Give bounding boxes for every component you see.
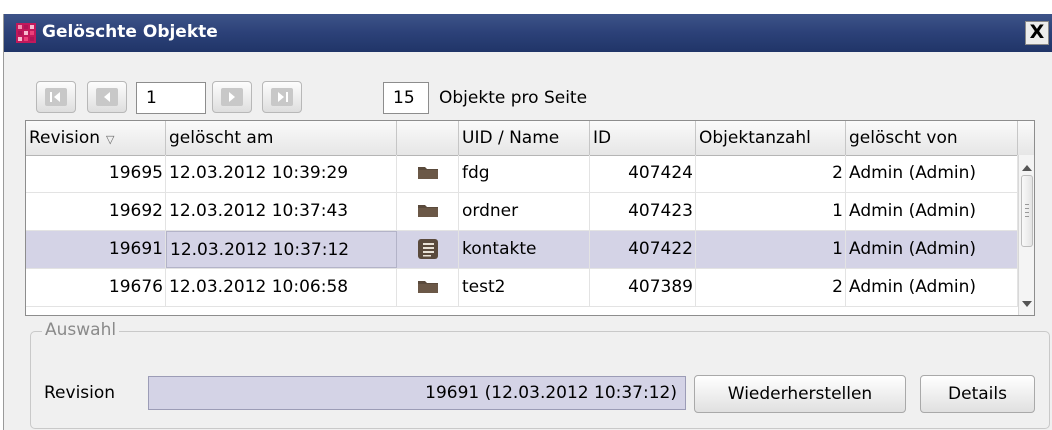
cell-id: 407423	[590, 193, 696, 230]
next-page-button[interactable]	[212, 81, 252, 113]
title-bar[interactable]: Gelöschte Objekte X	[4, 14, 1052, 52]
scrollbar-thumb[interactable]	[1021, 175, 1033, 247]
cell-revision: 19692	[26, 193, 166, 230]
cell-name: kontakte	[459, 231, 590, 268]
table-row[interactable]: 19676 12.03.2012 10:06:58 test2 407389 2…	[26, 269, 1034, 307]
cell-deleted-on: 12.03.2012 10:06:58	[166, 269, 397, 306]
selected-revision-field: 19691 (12.03.2012 10:37:12)	[148, 376, 686, 410]
cell-revision: 19691	[26, 231, 166, 268]
scroll-down-icon[interactable]	[1019, 298, 1035, 310]
first-page-button[interactable]	[36, 81, 76, 113]
last-page-button[interactable]	[262, 81, 302, 113]
cell-object-count: 1	[696, 231, 846, 268]
column-header-deleted-by[interactable]: gelöscht von	[846, 121, 1018, 155]
folder-icon	[417, 205, 438, 217]
folder-icon	[417, 281, 438, 293]
column-header-type-icon[interactable]	[397, 121, 459, 155]
cell-object-count: 1	[696, 193, 846, 230]
table-header: Revision ▽ gelöscht am UID / Name ID Obje…	[26, 121, 1034, 156]
close-button[interactable]: X	[1025, 21, 1049, 45]
last-page-icon	[278, 92, 288, 102]
selection-group-legend: Auswahl	[42, 320, 120, 340]
cell-name: ordner	[459, 193, 590, 230]
scroll-up-icon[interactable]	[1019, 161, 1035, 173]
cell-object-count: 2	[696, 155, 846, 192]
cell-object-count: 2	[696, 269, 846, 306]
cell-deleted-on: 12.03.2012 10:39:29	[166, 155, 397, 192]
next-page-icon	[229, 92, 235, 102]
vertical-scrollbar[interactable]	[1018, 155, 1035, 315]
table-row[interactable]: 19692 12.03.2012 10:37:43 ordner 407423 …	[26, 193, 1034, 231]
cell-deleted-by: Admin (Admin)	[846, 155, 1018, 192]
grip-icon	[1025, 204, 1029, 217]
document-list-icon	[417, 239, 438, 259]
page-number-input[interactable]: 1	[136, 82, 206, 114]
window-title: Gelöschte Objekte	[42, 22, 218, 42]
first-page-icon	[50, 92, 60, 102]
items-per-page-label: Objekte pro Seite	[439, 88, 588, 108]
cell-revision: 19695	[26, 155, 166, 192]
column-header-id[interactable]: ID	[590, 121, 696, 155]
column-header-uid-name[interactable]: UID / Name	[459, 121, 590, 155]
cell-deleted-by: Admin (Admin)	[846, 269, 1018, 306]
details-button[interactable]: Details	[920, 375, 1035, 413]
cell-deleted-on: 12.03.2012 10:37:12	[166, 231, 397, 268]
previous-page-button[interactable]	[87, 81, 127, 113]
deleted-objects-table: Revision ▽ gelöscht am UID / Name ID Obje…	[25, 120, 1035, 316]
cell-revision: 19676	[26, 269, 166, 306]
column-header-revision[interactable]: Revision ▽	[26, 121, 166, 155]
app-icon	[16, 23, 36, 43]
table-row[interactable]: 19695 12.03.2012 10:39:29 fdg 407424 2 A…	[26, 155, 1034, 193]
cell-deleted-by: Admin (Admin)	[846, 193, 1018, 230]
cell-deleted-on: 12.03.2012 10:37:43	[166, 193, 397, 230]
column-header-object-count[interactable]: Objektanzahl	[696, 121, 846, 155]
cell-id: 407422	[590, 231, 696, 268]
column-header-deleted-on[interactable]: gelöscht am	[166, 121, 397, 155]
items-per-page-input[interactable]: 15	[383, 82, 429, 114]
deleted-objects-window: Gelöschte Objekte X 1 15 Objekte pro Sei…	[3, 14, 1052, 430]
folder-icon	[417, 167, 438, 179]
previous-page-icon	[104, 92, 110, 102]
cell-deleted-by: Admin (Admin)	[846, 231, 1018, 268]
sort-descending-icon: ▽	[106, 133, 115, 146]
cell-name: fdg	[459, 155, 590, 192]
table-row-selected[interactable]: 19691 12.03.2012 10:37:12 kontakte 40742…	[26, 231, 1034, 269]
cell-id: 407424	[590, 155, 696, 192]
restore-button[interactable]: Wiederherstellen	[694, 375, 906, 413]
cell-name: test2	[459, 269, 590, 306]
cell-id: 407389	[590, 269, 696, 306]
revision-label: Revision	[44, 383, 116, 403]
